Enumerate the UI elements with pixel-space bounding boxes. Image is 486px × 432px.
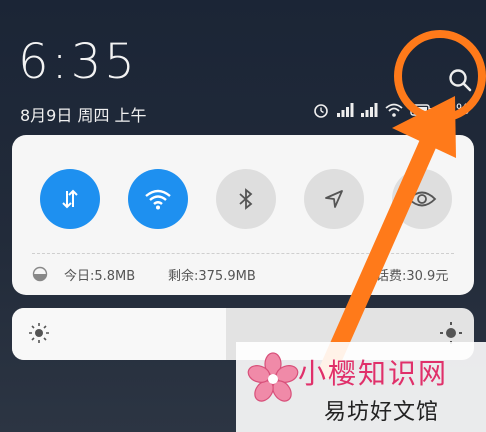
- data-usage-row[interactable]: 今日:5.8MB 剩余:375.9MB 话费:30.9元: [32, 265, 462, 285]
- battery-percent: 98%: [438, 102, 470, 118]
- watermark: 小樱知识网 易坊好文馆: [236, 342, 486, 432]
- bluetooth-icon: [239, 188, 253, 210]
- eye-icon: [407, 191, 437, 207]
- remaining-data: 剩余:375.9MB: [168, 269, 256, 284]
- data-usage-icon: [32, 266, 48, 282]
- status-icons: 98%: [312, 100, 469, 120]
- status-area: 6:35 8月9日 周四 上午 98%: [0, 0, 486, 130]
- clock: 6:35: [18, 34, 138, 90]
- wifi-toggle[interactable]: [128, 169, 188, 229]
- watermark-title: 小樱知识网: [298, 357, 449, 390]
- search-button[interactable]: [446, 66, 474, 94]
- mobile-data-toggle[interactable]: [40, 169, 100, 229]
- toggle-row: [40, 169, 460, 229]
- location-toggle[interactable]: [304, 169, 364, 229]
- brightness-low-icon: [29, 323, 49, 343]
- battery-icon: [410, 104, 432, 116]
- bluetooth-toggle[interactable]: [216, 169, 276, 229]
- phone-fee: 话费:30.9元: [376, 269, 449, 284]
- wifi-icon: [145, 189, 171, 210]
- divider: [32, 253, 454, 254]
- sakura-logo-icon: [247, 352, 299, 402]
- signal-icon: [361, 103, 378, 117]
- brightness-high-icon: [440, 322, 462, 344]
- location-icon: [325, 190, 343, 208]
- date-line: 8月9日 周四 上午: [20, 106, 147, 125]
- signal-icon: [337, 103, 354, 117]
- today-usage: 今日:5.8MB: [64, 269, 136, 284]
- watermark-subtitle: 易坊好文馆: [324, 400, 440, 425]
- search-icon: [449, 69, 472, 92]
- eye-comfort-toggle[interactable]: [392, 169, 452, 229]
- wifi-status-icon: [385, 103, 403, 117]
- alarm-icon: [314, 104, 328, 118]
- quick-settings-panel: 今日:5.8MB 剩余:375.9MB 话费:30.9元: [12, 135, 474, 295]
- data-transfer-icon: [62, 189, 78, 209]
